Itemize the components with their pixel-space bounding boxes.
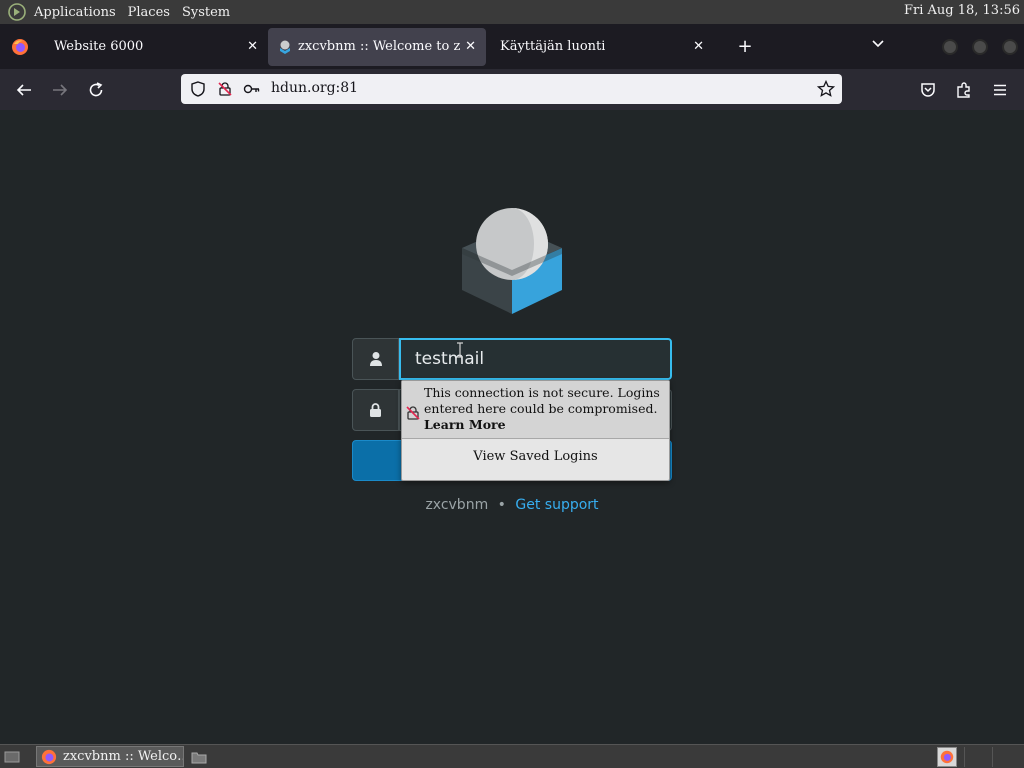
firefox-menu-icon[interactable]: [0, 24, 40, 69]
footer-separator: •: [497, 497, 506, 513]
workspace-3[interactable]: [992, 747, 1014, 767]
show-desktop-icon[interactable]: [3, 748, 21, 766]
back-icon[interactable]: [13, 79, 35, 101]
username-row: testmail: [352, 338, 672, 380]
menu-system[interactable]: System: [176, 5, 236, 20]
insecure-warning-message: This connection is not secure. Logins en…: [424, 385, 660, 416]
tab-kayttajan-luonti[interactable]: Käyttäjän luonti ✕: [486, 28, 714, 66]
bookmark-star-icon[interactable]: [817, 80, 835, 98]
workspace-2[interactable]: [964, 747, 986, 767]
new-tab-icon[interactable]: +: [730, 36, 760, 57]
page-content: testmail zxcvbnm • Get support This conn…: [0, 110, 1024, 744]
close-tab-icon[interactable]: ✕: [465, 39, 476, 54]
username-input[interactable]: testmail: [399, 338, 672, 380]
username-addon: [352, 338, 399, 380]
navigation-toolbar: hdun.org:81: [0, 69, 1024, 110]
insecure-warning-text: This connection is not secure. Logins en…: [424, 385, 664, 433]
lock-icon: [370, 403, 381, 417]
workspace-firefox-icon[interactable]: [937, 747, 957, 767]
url-bar[interactable]: hdun.org:81: [181, 74, 842, 104]
minimize-window-icon[interactable]: [942, 39, 958, 55]
roundcube-favicon-icon: [278, 40, 292, 54]
distro-logo-icon[interactable]: [6, 2, 28, 22]
bottom-taskbar: zxcvbnm :: Welco…: [0, 744, 1024, 768]
text-cursor-icon: [457, 342, 463, 358]
tab-title: zxcvbnm :: Welcome to zxc: [298, 39, 460, 54]
system-panel: Applications Places System Fri Aug 18, 1…: [0, 0, 1024, 24]
menu-applications[interactable]: Applications: [28, 5, 122, 20]
user-icon: [369, 352, 382, 366]
firefox-icon: [41, 749, 57, 765]
browser-tab-bar: Website 6000 ✕ zxcvbnm :: Welcome to zxc…: [0, 24, 1024, 69]
pocket-icon[interactable]: [917, 79, 939, 101]
menu-places[interactable]: Places: [122, 5, 176, 20]
tab-title: Käyttäjän luonti: [500, 39, 606, 54]
learn-more-link[interactable]: Learn More: [424, 417, 664, 433]
close-tab-icon[interactable]: ✕: [247, 39, 258, 54]
tab-zxcvbnm-welcome[interactable]: zxcvbnm :: Welcome to zxc ✕: [268, 27, 486, 66]
url-text: hdun.org:81: [271, 80, 359, 96]
insecure-login-popup: This connection is not secure. Logins en…: [401, 380, 670, 481]
hamburger-menu-icon[interactable]: [989, 79, 1011, 101]
insecure-lock-icon[interactable]: [216, 80, 234, 98]
roundcube-logo: [458, 208, 566, 314]
insecure-lock-icon: [405, 405, 421, 425]
tracking-protection-shield-icon[interactable]: [189, 80, 207, 98]
tab-title: Website 6000: [54, 39, 144, 54]
maximize-window-icon[interactable]: [972, 39, 988, 55]
list-all-tabs-icon[interactable]: [870, 36, 886, 56]
password-addon: [352, 389, 399, 431]
taskbar-window-firefox[interactable]: zxcvbnm :: Welco…: [36, 746, 184, 767]
footer-links: zxcvbnm • Get support: [0, 497, 1024, 513]
reload-icon[interactable]: [85, 79, 107, 101]
close-window-icon[interactable]: [1002, 39, 1018, 55]
insecure-login-warning[interactable]: This connection is not secure. Logins en…: [402, 381, 669, 439]
product-name: zxcvbnm: [425, 497, 489, 513]
get-support-link[interactable]: Get support: [515, 497, 598, 513]
tab-website-6000[interactable]: Website 6000 ✕: [40, 28, 268, 66]
taskbar-window-title: zxcvbnm :: Welco…: [63, 749, 184, 764]
view-saved-logins-button[interactable]: View Saved Logins: [402, 441, 669, 479]
forward-icon[interactable]: [49, 79, 71, 101]
key-icon[interactable]: [243, 80, 261, 98]
clock[interactable]: Fri Aug 18, 13:56: [904, 3, 1020, 18]
extensions-icon[interactable]: [953, 79, 975, 101]
file-manager-icon[interactable]: [190, 748, 208, 766]
close-tab-icon[interactable]: ✕: [693, 39, 704, 54]
